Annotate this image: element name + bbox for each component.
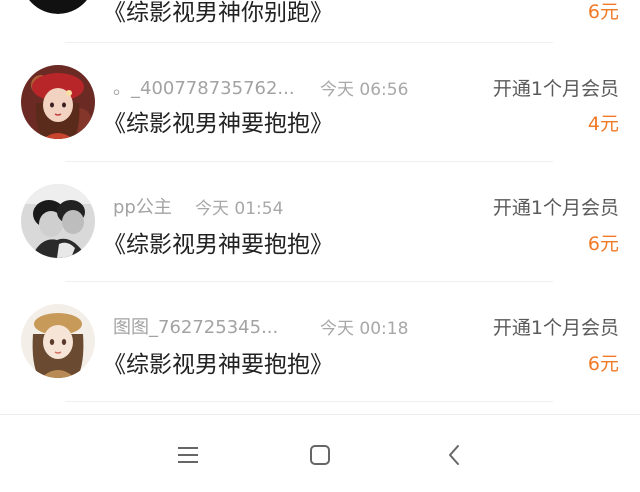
action-label: 开通1个月会员 (492, 317, 619, 339)
membership-purchase-list: 《综影视男神你别跑》 6元 。_400778735762... 今天 06:56… (0, 0, 640, 492)
item-title: 《综影视男神要抱抱》 (103, 232, 333, 258)
username: 。_400778735762... (113, 78, 295, 99)
divider (65, 401, 553, 402)
girl-red-hat-avatar-icon[interactable] (21, 65, 95, 139)
list-item[interactable]: 。_400778735762... 今天 06:56 开通1个月会员 《综影视男… (0, 42, 640, 162)
timestamp: 今天 01:54 (195, 199, 284, 219)
item-price: 6元 (587, 353, 619, 375)
username: pp公主 (113, 197, 172, 218)
list-item[interactable]: pp公主 今天 01:54 开通1个月会员 《综影视男神要抱抱》 6元 (0, 161, 640, 281)
item-title: 《综影视男神要抱抱》 (103, 111, 333, 137)
username: 图图_762725345... (113, 317, 279, 338)
back-chevron-icon[interactable] (438, 439, 470, 471)
item-price: 6元 (587, 1, 619, 23)
girl-beret-avatar-icon[interactable] (21, 304, 95, 378)
item-price: 4元 (587, 113, 619, 135)
item-price: 6元 (587, 233, 619, 255)
home-square-icon[interactable] (304, 439, 336, 471)
list-item[interactable]: 图图_762725345... 今天 00:18 开通1个月会员 《综影视男神要… (0, 281, 640, 401)
action-label: 开通1个月会员 (492, 78, 619, 100)
item-title: 《综影视男神你别跑》 (103, 0, 333, 26)
list-item[interactable]: 《综影视男神你别跑》 6元 (0, 0, 640, 43)
system-navigation-bar (0, 414, 640, 492)
timestamp: 今天 06:56 (320, 80, 409, 100)
menu-icon[interactable] (172, 439, 204, 471)
item-title: 《综影视男神要抱抱》 (103, 352, 333, 378)
couple-bw-avatar-icon[interactable] (21, 184, 95, 258)
action-label: 开通1个月会员 (492, 197, 619, 219)
timestamp: 今天 00:18 (320, 319, 409, 339)
black-avatar-icon[interactable] (21, 0, 95, 14)
